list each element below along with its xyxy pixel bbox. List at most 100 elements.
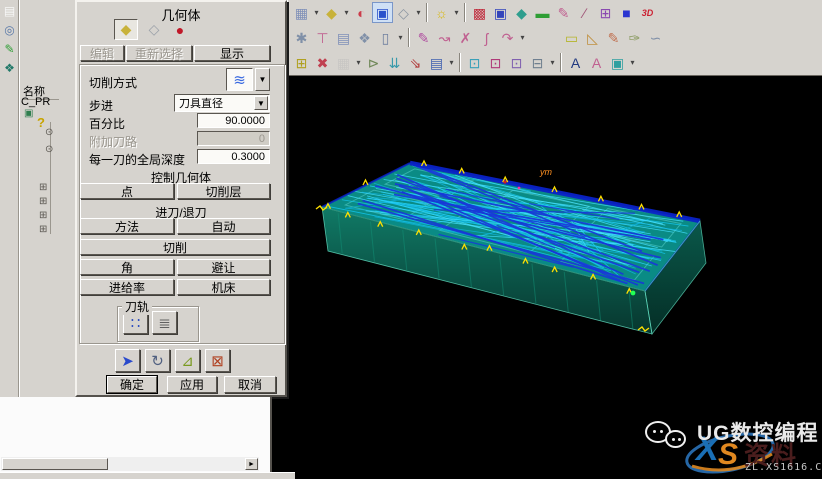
layer-move-icon[interactable]: ⊡ bbox=[485, 52, 506, 73]
disabled-tool-icon[interactable]: ▦ bbox=[333, 52, 354, 73]
point-button[interactable]: 点 bbox=[80, 183, 174, 199]
dropdown-arrow-icon[interactable]: ▾ bbox=[312, 2, 321, 23]
doc-blue-icon[interactable]: ▤ bbox=[426, 52, 447, 73]
cut-levels-button[interactable]: 切削层 bbox=[177, 183, 270, 199]
curve-fit-icon[interactable]: ʃ bbox=[476, 27, 497, 48]
machine-button[interactable]: 机床 bbox=[177, 279, 270, 295]
text-arrow-icon[interactable]: A bbox=[586, 52, 607, 73]
wcs-icon[interactable]: ⊞ bbox=[291, 52, 312, 73]
cut-method-pattern-button[interactable]: ≋ bbox=[226, 68, 253, 91]
sheet-icon[interactable]: ▤ bbox=[333, 27, 354, 48]
apply-button[interactable]: 应用 bbox=[167, 376, 217, 393]
help-question-icon[interactable]: ? bbox=[37, 115, 45, 130]
layer-settings-icon[interactable]: ⊟ bbox=[527, 52, 548, 73]
solid-block-icon[interactable]: ◆ bbox=[321, 2, 342, 23]
layer-state-icon[interactable]: ⊡ bbox=[506, 52, 527, 73]
tree-node-icon[interactable]: ⊙ bbox=[45, 127, 53, 138]
quick-measure-icon[interactable]: ✑ bbox=[624, 27, 645, 48]
bracket-icon[interactable]: ▯ bbox=[375, 27, 396, 48]
textbox-icon[interactable]: ▣ bbox=[607, 52, 628, 73]
shade-pie-icon[interactable]: ◐ bbox=[351, 2, 372, 23]
navigator-tree-item[interactable]: C_PR bbox=[21, 96, 50, 108]
blue-square-icon[interactable]: ■ bbox=[616, 2, 637, 23]
layer-copy-icon[interactable]: ⊡ bbox=[464, 52, 485, 73]
tree-node-icon[interactable]: ⊞ bbox=[39, 182, 47, 193]
datum-plane-icon[interactable]: ⊤ bbox=[312, 27, 333, 48]
swoosh-icon[interactable]: ∽ bbox=[645, 27, 666, 48]
scrollbar-thumb[interactable] bbox=[2, 458, 108, 470]
tree-node-icon[interactable]: ⊙ bbox=[45, 144, 53, 155]
edit-geometry-button[interactable]: 编辑 bbox=[80, 45, 124, 61]
generate-toolpath-icon[interactable]: ➤ bbox=[115, 349, 140, 372]
light-bulb-icon[interactable]: ☼ bbox=[431, 2, 452, 23]
shaded-view-icon[interactable]: ▣ bbox=[372, 2, 393, 23]
dropdown-arrow-icon[interactable]: ▾ bbox=[414, 2, 423, 23]
generate-toolpath-icon-glyph: ➤ bbox=[121, 352, 134, 370]
fan-icon[interactable]: ❖ bbox=[354, 27, 375, 48]
geometry-node-icon[interactable]: ▣ bbox=[24, 108, 33, 119]
avoidance-button[interactable]: 避让 bbox=[177, 259, 270, 275]
depth-per-cut-field[interactable]: 0.3000 bbox=[197, 149, 270, 164]
linked-bodies-icon[interactable]: ▦ bbox=[291, 2, 312, 23]
angle-measure-icon[interactable]: ◺ bbox=[582, 27, 603, 48]
display-geometry-button[interactable]: 显示 bbox=[194, 45, 270, 61]
corner-button[interactable]: 角 bbox=[80, 259, 174, 275]
red-display-icon[interactable]: ▩ bbox=[469, 2, 490, 23]
part-geometry-icon[interactable]: ◆ bbox=[114, 19, 138, 40]
measure-ruler-icon[interactable]: ▭ bbox=[561, 27, 582, 48]
export-arrow-icon[interactable]: ⇘ bbox=[405, 52, 426, 73]
datum-csys-icon[interactable]: ⊞ bbox=[595, 2, 616, 23]
clamp-icon[interactable]: ⊳ bbox=[363, 52, 384, 73]
line-icon[interactable]: ∕ bbox=[574, 2, 595, 23]
fillet-icon[interactable]: ↷ bbox=[497, 27, 518, 48]
arc-icon[interactable]: ↝ bbox=[434, 27, 455, 48]
pattern-icon[interactable]: ✱ bbox=[291, 27, 312, 48]
dropdown-arrow-icon[interactable]: ▾ bbox=[447, 52, 456, 73]
trim-icon[interactable]: ✗ bbox=[455, 27, 476, 48]
tree-node-icon[interactable]: ⊞ bbox=[39, 210, 47, 221]
annotate-icon[interactable]: ✎ bbox=[603, 27, 624, 48]
blank-geometry-icon[interactable]: ◇ bbox=[142, 19, 166, 40]
brush-icon[interactable]: ✎ bbox=[1, 40, 18, 57]
dropdown-arrow-icon[interactable]: ▾ bbox=[628, 52, 637, 73]
toolpath-list-icon[interactable]: ≣ bbox=[152, 311, 177, 334]
reselect-geometry-button[interactable]: 重新选择 bbox=[126, 45, 192, 61]
import-arrows-icon[interactable]: ⇊ bbox=[384, 52, 405, 73]
replay-toolpath-icon[interactable]: ↻ bbox=[145, 349, 170, 372]
dropdown-arrow-icon[interactable]: ▾ bbox=[452, 2, 461, 23]
automatic-button[interactable]: 自动 bbox=[177, 218, 270, 234]
delete-icon[interactable]: ✖ bbox=[312, 52, 333, 73]
cutting-button[interactable]: 切削 bbox=[80, 239, 270, 255]
text-style-icon[interactable]: A bbox=[565, 52, 586, 73]
3d-toggle-icon[interactable]: 3D bbox=[637, 2, 658, 23]
dropdown-arrow-icon[interactable]: ▾ bbox=[342, 2, 351, 23]
blue-cube-icon[interactable]: ▣ bbox=[490, 2, 511, 23]
ok-button[interactable]: 确定 bbox=[107, 376, 157, 393]
scrollbar-right-arrow[interactable]: ► bbox=[245, 458, 258, 470]
cut-method-dropdown-arrow[interactable]: ▼ bbox=[255, 68, 270, 91]
sketch-curve-icon[interactable]: ✎ bbox=[553, 2, 574, 23]
green-panel-icon[interactable]: ▬ bbox=[532, 2, 553, 23]
teal-plane-icon[interactable]: ◆ bbox=[511, 2, 532, 23]
tree-node-icon[interactable]: ⊞ bbox=[39, 224, 47, 235]
dropdown-arrow-icon[interactable]: ▾ bbox=[354, 52, 363, 73]
list-output-icon[interactable]: ⊠ bbox=[205, 349, 230, 372]
palette-icon[interactable]: ❖ bbox=[1, 59, 18, 76]
stepover-combo[interactable]: 刀具直径 ▼ bbox=[174, 94, 270, 112]
spline-pencil-icon[interactable]: ✎ bbox=[413, 27, 434, 48]
dropdown-arrow-icon[interactable]: ▾ bbox=[548, 52, 557, 73]
verify-toolpath-icon[interactable]: ⊿ bbox=[175, 349, 200, 372]
dropdown-arrow-icon[interactable]: ▾ bbox=[518, 27, 527, 48]
check-geometry-icon[interactable]: ● bbox=[168, 19, 192, 40]
dropdown-arrow-icon[interactable]: ▾ bbox=[396, 27, 405, 48]
combo-arrow-icon[interactable]: ▼ bbox=[254, 96, 268, 110]
horizontal-scrollbar[interactable]: ► bbox=[1, 457, 259, 471]
sketch-icon[interactable]: ◎ bbox=[1, 21, 18, 38]
feed-rates-button[interactable]: 进给率 bbox=[80, 279, 174, 295]
tree-node-icon[interactable]: ⊞ bbox=[39, 196, 47, 207]
percent-field[interactable]: 90.0000 bbox=[197, 113, 270, 128]
cancel-button[interactable]: 取消 bbox=[224, 376, 276, 393]
new-document-icon[interactable]: ▤ bbox=[1, 2, 18, 19]
method-button[interactable]: 方法 bbox=[80, 218, 174, 234]
wireframe-view-icon[interactable]: ◇ bbox=[393, 2, 414, 23]
